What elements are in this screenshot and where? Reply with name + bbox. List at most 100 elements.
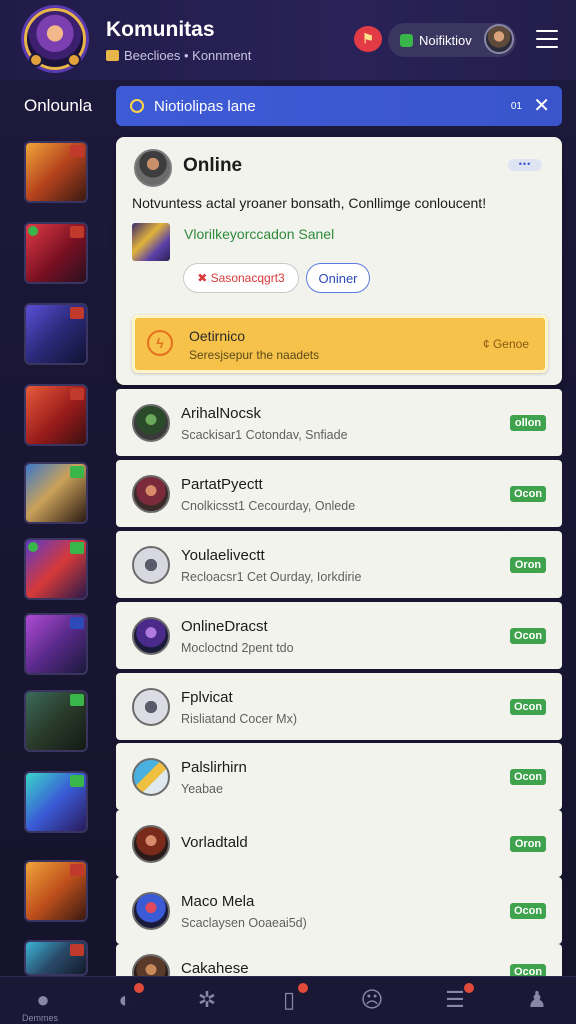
rail-tag-icon [70, 145, 84, 157]
emoji-icon[interactable]: ☹ [357, 985, 387, 1015]
list-item-name: PartatPyectt [181, 476, 263, 493]
avatar [132, 546, 170, 584]
list-item-subtitle: Yeabae [181, 782, 223, 796]
notification-pill[interactable]: Noifiktiov [388, 23, 516, 57]
notification-pill-label: Noifiktiov [419, 32, 472, 48]
home-icon[interactable]: ● [28, 985, 58, 1015]
list-item[interactable]: Palslirhirn Yeabae Ocon [116, 743, 562, 810]
rail-tag-icon [70, 542, 84, 554]
rail-tag-icon [70, 307, 84, 319]
list-item-name: Youlaelivectt [181, 547, 265, 564]
phone-icon[interactable]: ▯ [274, 983, 308, 1015]
rail-tag-icon [70, 466, 84, 478]
more-options-icon[interactable]: ••• [508, 159, 542, 171]
list-item-name: Cakahese [181, 960, 249, 977]
list-item-name: OnlineDracst [181, 618, 268, 635]
profile-icon[interactable]: ♟ [522, 985, 552, 1015]
alert-bell-icon[interactable]: ⚑ [354, 26, 382, 52]
bottom-nav: ● Demmes ◐ ✲ ▯ ☹ ☰ ♟ [0, 976, 576, 1024]
profile-avatar[interactable] [24, 8, 86, 70]
folder-icon [106, 50, 119, 61]
list-item[interactable]: Vorladtald Oron [116, 810, 562, 877]
rail-tag-icon [70, 388, 84, 400]
rail-tag-icon [70, 775, 84, 787]
gear-icon[interactable]: ✲ [192, 985, 222, 1015]
status-badge: Oron [510, 557, 546, 573]
hamburger-menu-icon[interactable] [536, 30, 558, 48]
list-item-subtitle: Cnolkicsst1 Cecourday, Onlede [181, 499, 356, 513]
avatar [132, 617, 170, 655]
rail-tag-icon [70, 617, 84, 629]
list-item-subtitle: Mocloctnd 2pent tdo [181, 641, 294, 655]
green-status-icon [400, 33, 413, 47]
rail-item[interactable] [24, 690, 88, 752]
alert-banner[interactable]: ϟ Oetirnico Seresjsepur the naadets ¢ Ge… [132, 315, 548, 373]
status-badge: Ocon [510, 903, 546, 919]
rank-badge-icon [67, 53, 81, 67]
avatar [132, 404, 170, 442]
avatar [132, 825, 170, 863]
avatar [132, 688, 170, 726]
close-icon[interactable]: ✕ [533, 96, 550, 116]
header-subtitle: Beeclioes • Konnment [106, 48, 251, 63]
rail-item[interactable] [24, 384, 88, 446]
rail-online-icon [28, 542, 38, 552]
list-item-subtitle: Scackisar1 Cotondav, Snfiade [181, 428, 348, 442]
header-titles: Komunitas Beeclioes • Konnment [106, 18, 251, 63]
list-icon[interactable]: ☰ [440, 983, 474, 1015]
list-item[interactable]: PartatPyectt Cnolkicsst1 Cecourday, Onle… [116, 460, 562, 527]
decline-button[interactable]: ✖ Sasonacqgrt3 [183, 263, 299, 293]
card-body-text: Notvuntess actal yroaner bonsath, Conlli… [132, 195, 487, 211]
list-item-subtitle: Risliatand Cocer Mx) [181, 712, 298, 726]
online-button[interactable]: Oniner [306, 263, 370, 293]
game-thumbnail[interactable] [132, 223, 170, 261]
chat-icon[interactable]: ◐ [110, 983, 144, 1015]
list-item[interactable]: Maco Mela Scaclaysen Ooaeai5d) Ocon [116, 877, 562, 944]
avatar [132, 475, 170, 513]
rail-tag-icon [70, 864, 84, 876]
rail-item[interactable] [24, 538, 88, 600]
avatar[interactable] [134, 149, 172, 187]
status-badge: Ocon [510, 699, 546, 715]
lightning-icon: ϟ [147, 330, 173, 356]
subtitle-text: Beeclioes • Konnment [124, 48, 252, 63]
status-badge: Ocon [510, 769, 546, 785]
rail-item[interactable] [24, 462, 88, 524]
rail-item[interactable] [24, 613, 88, 675]
nav-label-home: Demmes [22, 1013, 59, 1023]
rail-item[interactable] [24, 222, 88, 284]
list-item-name: Maco Mela [181, 893, 255, 910]
list-item-subtitle: Recloacsr1 Cet Ourday, Iorkdirie [181, 570, 362, 584]
card-link[interactable]: Vlorilkeyorccadon Sanel [184, 226, 334, 242]
list-item-name: Vorladtald [181, 834, 248, 851]
rail-item[interactable] [24, 860, 88, 922]
list-item[interactable]: ArihalNocsk Scackisar1 Cotondav, Snfiade… [116, 389, 562, 456]
alert-title: Oetirnico [189, 328, 246, 344]
list-item-name: ArihalNocsk [181, 405, 262, 422]
avatar [132, 892, 170, 930]
list-item[interactable]: Fplvicat Risliatand Cocer Mx) Ocon [116, 673, 562, 740]
status-badge: ollon [510, 415, 546, 431]
list-item[interactable]: Youlaelivectt Recloacsr1 Cet Ourday, Ior… [116, 531, 562, 598]
list-item-name: Fplvicat [181, 689, 233, 706]
search-bar[interactable]: 01 ✕ [116, 86, 562, 126]
rail-tag-icon [70, 944, 84, 956]
rail-item[interactable] [24, 141, 88, 203]
online-card: Online ••• Notvuntess actal yroaner bons… [116, 137, 562, 385]
search-icon [130, 99, 144, 113]
user-avatar[interactable] [484, 24, 514, 54]
rail-item[interactable] [24, 771, 88, 833]
level-badge-icon [29, 53, 43, 67]
list-item-subtitle: Scaclaysen Ooaeai5d) [181, 916, 307, 930]
alert-action-button[interactable]: ¢ Genoe [483, 337, 529, 351]
app-header: Komunitas Beeclioes • Konnment ⚑ Noifikt… [0, 0, 576, 80]
rail-tag-icon [70, 226, 84, 238]
status-badge: Oron [510, 836, 546, 852]
search-input[interactable] [154, 97, 494, 115]
status-badge: Ocon [510, 628, 546, 644]
card-title: Online [183, 155, 243, 176]
alert-subtitle: Seresjsepur the naadets [189, 348, 320, 362]
rail-item[interactable] [24, 303, 88, 365]
list-item[interactable]: OnlineDracst Mocloctnd 2pent tdo Ocon [116, 602, 562, 669]
rail-item[interactable] [24, 940, 88, 976]
